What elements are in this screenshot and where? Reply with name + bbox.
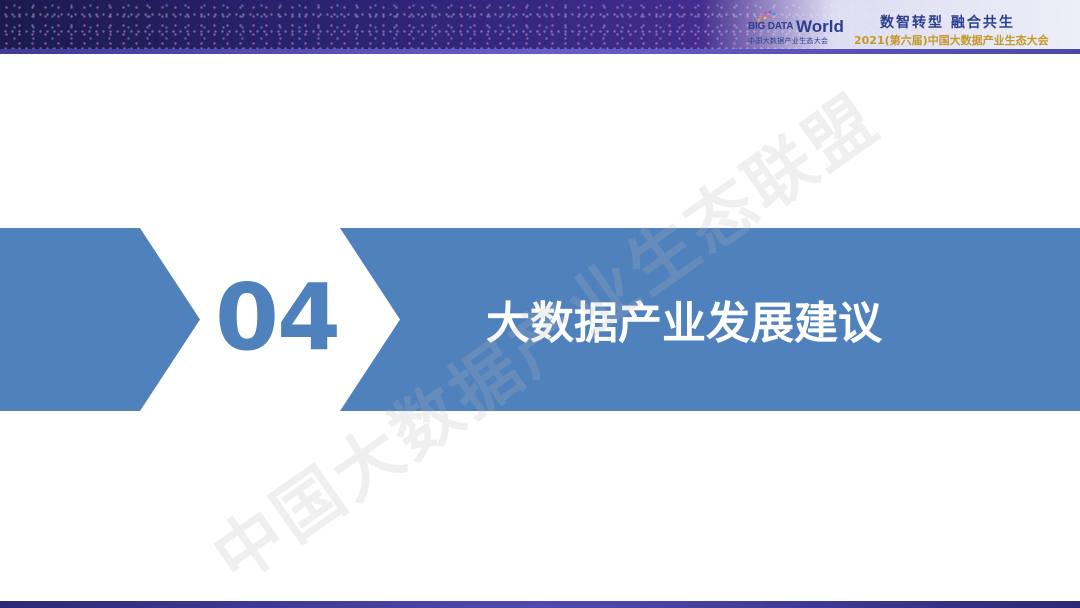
banner-underline bbox=[0, 49, 1080, 54]
logo-big-data-text: BIG DATA bbox=[748, 21, 794, 32]
conference-slogan: 数智转型 融合共生 bbox=[880, 15, 1015, 31]
logo-subtitle: 中国大数据产业生态大会 bbox=[748, 37, 829, 45]
big-data-world-logo: BIG DATA World 中国大数据产业生态大会 bbox=[746, 10, 844, 45]
section-number: 04 bbox=[214, 264, 341, 371]
section-title: 大数据产业发展建议 bbox=[486, 298, 882, 349]
logo-world-text: World bbox=[796, 17, 844, 36]
conference-name: 2021(第六届)中国大数据产业生态大会 bbox=[854, 34, 1049, 47]
ribbon-left-arrow bbox=[0, 228, 200, 411]
footer-bar bbox=[0, 601, 1080, 608]
